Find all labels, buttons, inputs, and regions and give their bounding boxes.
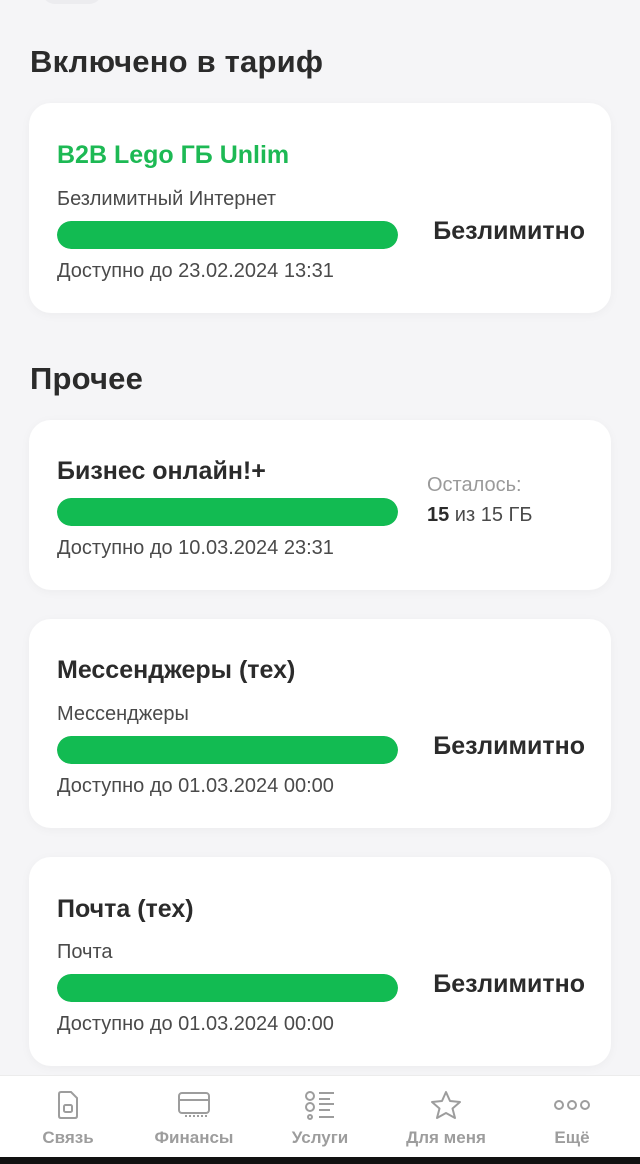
usage-progress-bar <box>57 974 398 1002</box>
tab-svyaz[interactable]: Связь <box>4 1076 132 1158</box>
available-until: Доступно до 01.03.2024 00:00 <box>57 775 334 797</box>
available-until: Доступно до 01.03.2024 00:00 <box>57 1013 334 1035</box>
sim-card-icon <box>56 1088 80 1122</box>
tab-label: Ещё <box>554 1128 590 1147</box>
package-amount: Безлимитно <box>433 217 585 245</box>
tab-label: Для меня <box>406 1128 486 1147</box>
tab-finance[interactable]: Финансы <box>130 1076 258 1158</box>
tab-label: Услуги <box>291 1128 349 1147</box>
usage-progress-bar <box>57 498 398 526</box>
remaining-label: Осталось: <box>427 474 522 496</box>
screen: Включено в тариф B2B Lego ГБ Unlim Безли… <box>0 0 640 1164</box>
package-card-b2b-lego[interactable]: B2B Lego ГБ Unlim Безлимитный Интернет Б… <box>29 103 611 313</box>
tab-for-me[interactable]: Для меня <box>382 1076 510 1158</box>
tab-services[interactable]: Услуги <box>256 1076 384 1158</box>
usage-progress-fill <box>57 498 398 526</box>
package-subtitle: Почта <box>57 941 113 963</box>
section-title-other: Прочее <box>30 361 144 396</box>
package-title: Мессенджеры (тех) <box>57 656 296 684</box>
more-dots-icon <box>553 1088 591 1122</box>
package-card-mail[interactable]: Почта (тех) Почта Безлимитно Доступно до… <box>29 857 611 1066</box>
package-subtitle: Безлимитный Интернет <box>57 188 277 210</box>
usage-progress-bar <box>57 736 398 764</box>
package-title: Бизнес онлайн!+ <box>57 457 266 485</box>
package-subtitle: Мессенджеры <box>57 703 189 725</box>
wallet-icon <box>177 1088 211 1122</box>
available-until: Доступно до 23.02.2024 13:31 <box>57 260 334 282</box>
available-until: Доступно до 10.03.2024 23:31 <box>57 537 334 559</box>
package-title: Почта (тех) <box>57 895 194 923</box>
system-navigation-bar <box>0 1157 640 1164</box>
package-amount: Безлимитно <box>433 732 585 760</box>
usage-progress-fill <box>57 221 398 249</box>
package-card-messengers[interactable]: Мессенджеры (тех) Мессенджеры Безлимитно… <box>29 619 611 828</box>
package-title: B2B Lego ГБ Unlim <box>57 141 290 169</box>
section-title-included: Включено в тариф <box>30 44 324 79</box>
remaining-total: из 15 ГБ <box>449 504 533 526</box>
tab-more[interactable]: Ещё <box>508 1076 636 1158</box>
tab-label: Связь <box>42 1128 94 1147</box>
usage-progress-fill <box>57 974 398 1002</box>
remaining-value: 15 из 15 ГБ <box>427 504 532 527</box>
top-scroll-remnant <box>42 0 102 4</box>
package-amount: Безлимитно <box>433 970 585 998</box>
usage-progress-bar <box>57 221 398 249</box>
star-icon <box>430 1088 462 1122</box>
services-list-icon <box>304 1088 336 1122</box>
tab-label: Финансы <box>154 1128 234 1147</box>
package-card-business-online[interactable]: Бизнес онлайн!+ Осталось: 15 из 15 ГБ До… <box>29 420 611 590</box>
usage-progress-fill <box>57 736 398 764</box>
bottom-tab-bar: Связь Финансы Услуги Для меня Ещё <box>0 1075 640 1157</box>
remaining-current: 15 <box>427 504 450 526</box>
